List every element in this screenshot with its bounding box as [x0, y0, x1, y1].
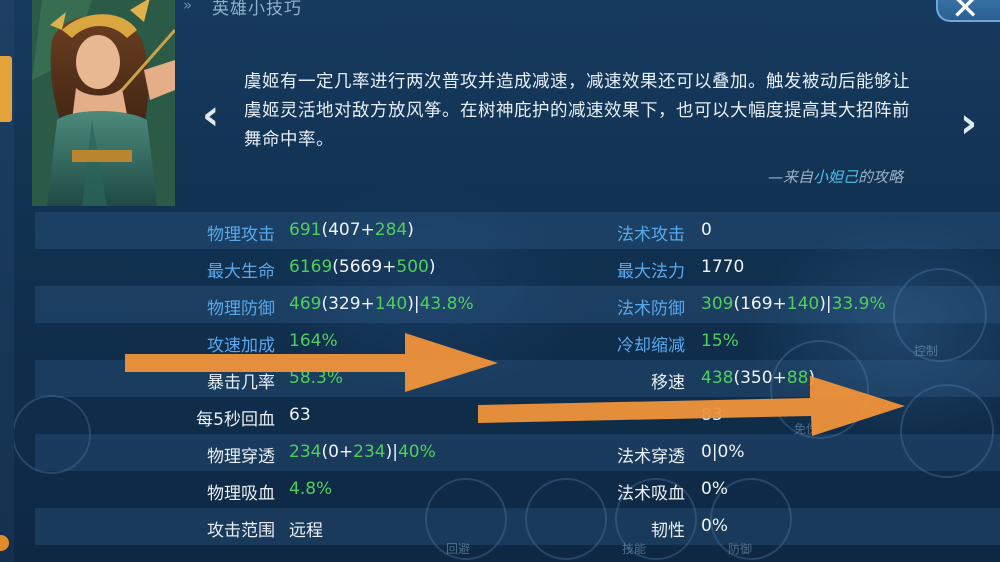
hero-portrait: [32, 0, 175, 206]
stat-label: 每5秒回血: [196, 410, 275, 430]
stat-value: 远程: [289, 516, 323, 541]
stat-value-base: 63: [289, 405, 311, 425]
stat-value-base: ): [428, 257, 436, 277]
stat-value-base: 0|0%: [701, 442, 745, 462]
stat-value-bonus: 88: [786, 368, 809, 388]
stat-value: 15%: [701, 331, 739, 351]
stat-row: 暴击几率 58.3% 移速 438(350+88): [35, 360, 1000, 397]
stat-row: 攻击范围 远程 韧性 0%: [35, 508, 1000, 545]
left-scroll-indicator[interactable]: [0, 56, 12, 122]
stat-row: 攻速加成 164% 冷却缩减 15%: [35, 323, 1000, 360]
stat-value: 234(0+234)|40%: [289, 442, 436, 462]
stat-value-bonus: 40%: [397, 442, 436, 462]
stat-value-base: (407+: [321, 220, 375, 240]
stat-value-base: ): [407, 220, 414, 240]
stat-row: 物理防御 469(329+140)|43.8% 法术防御 309(169+140)|3…: [35, 286, 1000, 323]
stat-value-bonus: 309: [701, 294, 734, 314]
stat-value: 4.8%: [289, 479, 332, 499]
stat-value-base: ): [808, 368, 816, 388]
stat-value-bonus: 15%: [701, 331, 739, 351]
stat-row: 最大生命 6169(5669+500) 最大法力 1770: [35, 249, 1000, 286]
stat-value-bonus: 33.9%: [831, 294, 886, 314]
stat-label: 物理穿透: [207, 447, 275, 467]
stat-value: 438(350+88): [701, 368, 815, 388]
stat-value-base: 0: [701, 220, 712, 240]
stat-value-bonus: 469: [289, 294, 322, 314]
stat-row: 物理穿透 234(0+234)|40% 法术穿透 0|0%: [35, 434, 1000, 471]
stat-value-base: 1770: [701, 257, 745, 277]
tip-source-prefix: —来自: [768, 168, 814, 186]
stat-value: 0|0%: [701, 442, 745, 462]
stat-value: 58.3%: [289, 368, 343, 388]
stat-value-bonus: 500: [396, 257, 429, 277]
stat-value-base: (5669+: [332, 257, 397, 277]
stat-row: 每5秒回血 63 83: [35, 397, 1000, 434]
stat-label: 法术穿透: [617, 447, 685, 467]
stat-label: 暴击几率: [207, 373, 275, 393]
stat-value-bonus: 140: [786, 294, 820, 314]
stat-value-bonus: 164%: [289, 331, 338, 351]
stat-value-base: )|: [385, 442, 398, 462]
hero-portrait-art: [32, 0, 175, 206]
stat-value: 164%: [289, 331, 338, 351]
stat-value-bonus: 438: [701, 368, 734, 388]
stat-value-base: )|: [407, 294, 420, 314]
stat-value: 0%: [701, 479, 728, 499]
stat-label: 法术防御: [617, 299, 685, 319]
stat-row: 物理攻击 691(407+284) 法术攻击 0: [35, 212, 1000, 249]
stat-value-base: (329+: [321, 294, 375, 314]
stat-value: 0: [701, 220, 712, 240]
stat-row: 物理吸血 4.8% 法术吸血 0%: [35, 471, 1000, 508]
stat-label: 法术吸血: [617, 484, 685, 504]
stat-value: 63: [289, 405, 311, 425]
stat-value-base: (169+: [733, 294, 787, 314]
stat-value-base: (350+: [733, 368, 787, 388]
stat-label: 韧性: [651, 521, 685, 541]
panel-title: 英雄小技巧: [212, 0, 302, 19]
header-chevron-icon: »: [183, 0, 193, 14]
tip-source: —来自小妲己的攻略: [768, 166, 903, 187]
stat-value-bonus: 4.8%: [289, 479, 333, 499]
stat-value: 6169(5669+500): [289, 257, 436, 277]
stat-label: 物理攻击: [207, 225, 275, 245]
stat-label: 冷却缩减: [617, 336, 685, 356]
chevron-left-icon[interactable]: ‹: [202, 90, 219, 139]
stat-value-bonus: 284: [374, 220, 408, 240]
stat-label: 法术攻击: [617, 225, 685, 245]
hero-tip-text: 虞姬有一定几率进行两次普攻并造成减速，减速效果还可以叠加。触发被动后能够让虞姬灵…: [244, 72, 910, 150]
stat-label: 物理防御: [207, 299, 275, 319]
stat-value-bonus: 0%: [701, 516, 728, 536]
stat-label: 最大法力: [617, 262, 685, 282]
stat-label: 移速: [651, 373, 685, 393]
stat-value-bonus: 6169: [289, 257, 333, 277]
stat-value-base: 远程: [289, 521, 323, 541]
stat-value-base: 83: [701, 405, 723, 425]
stat-label: 最大生命: [207, 262, 275, 282]
stat-value-bonus: 691: [289, 220, 322, 240]
stat-value-base: (0+: [321, 442, 354, 462]
stat-value: 691(407+284): [289, 220, 414, 240]
chevron-right-icon[interactable]: ›: [960, 98, 977, 147]
stat-value-bonus: 234: [289, 442, 322, 462]
stat-value: 83: [701, 405, 723, 425]
stat-value: 309(169+140)|33.9%: [701, 294, 886, 314]
stat-label: 攻击范围: [207, 521, 275, 541]
tip-source-suffix: 的攻略: [858, 168, 904, 186]
stat-value-bonus: 140: [374, 294, 408, 314]
stat-value-bonus: 234: [353, 442, 386, 462]
tip-source-author[interactable]: 小妲己: [813, 168, 858, 186]
stat-value-base: )|: [819, 294, 832, 314]
stat-value-bonus: 58.3%: [289, 368, 344, 388]
stat-value: 0%: [701, 516, 728, 536]
stat-label: 物理吸血: [207, 484, 275, 504]
close-icon[interactable]: ✕: [951, 0, 980, 28]
stat-value-bonus: 0%: [701, 479, 728, 499]
stat-label: 攻速加成: [207, 336, 275, 356]
stat-value: 1770: [701, 257, 744, 277]
